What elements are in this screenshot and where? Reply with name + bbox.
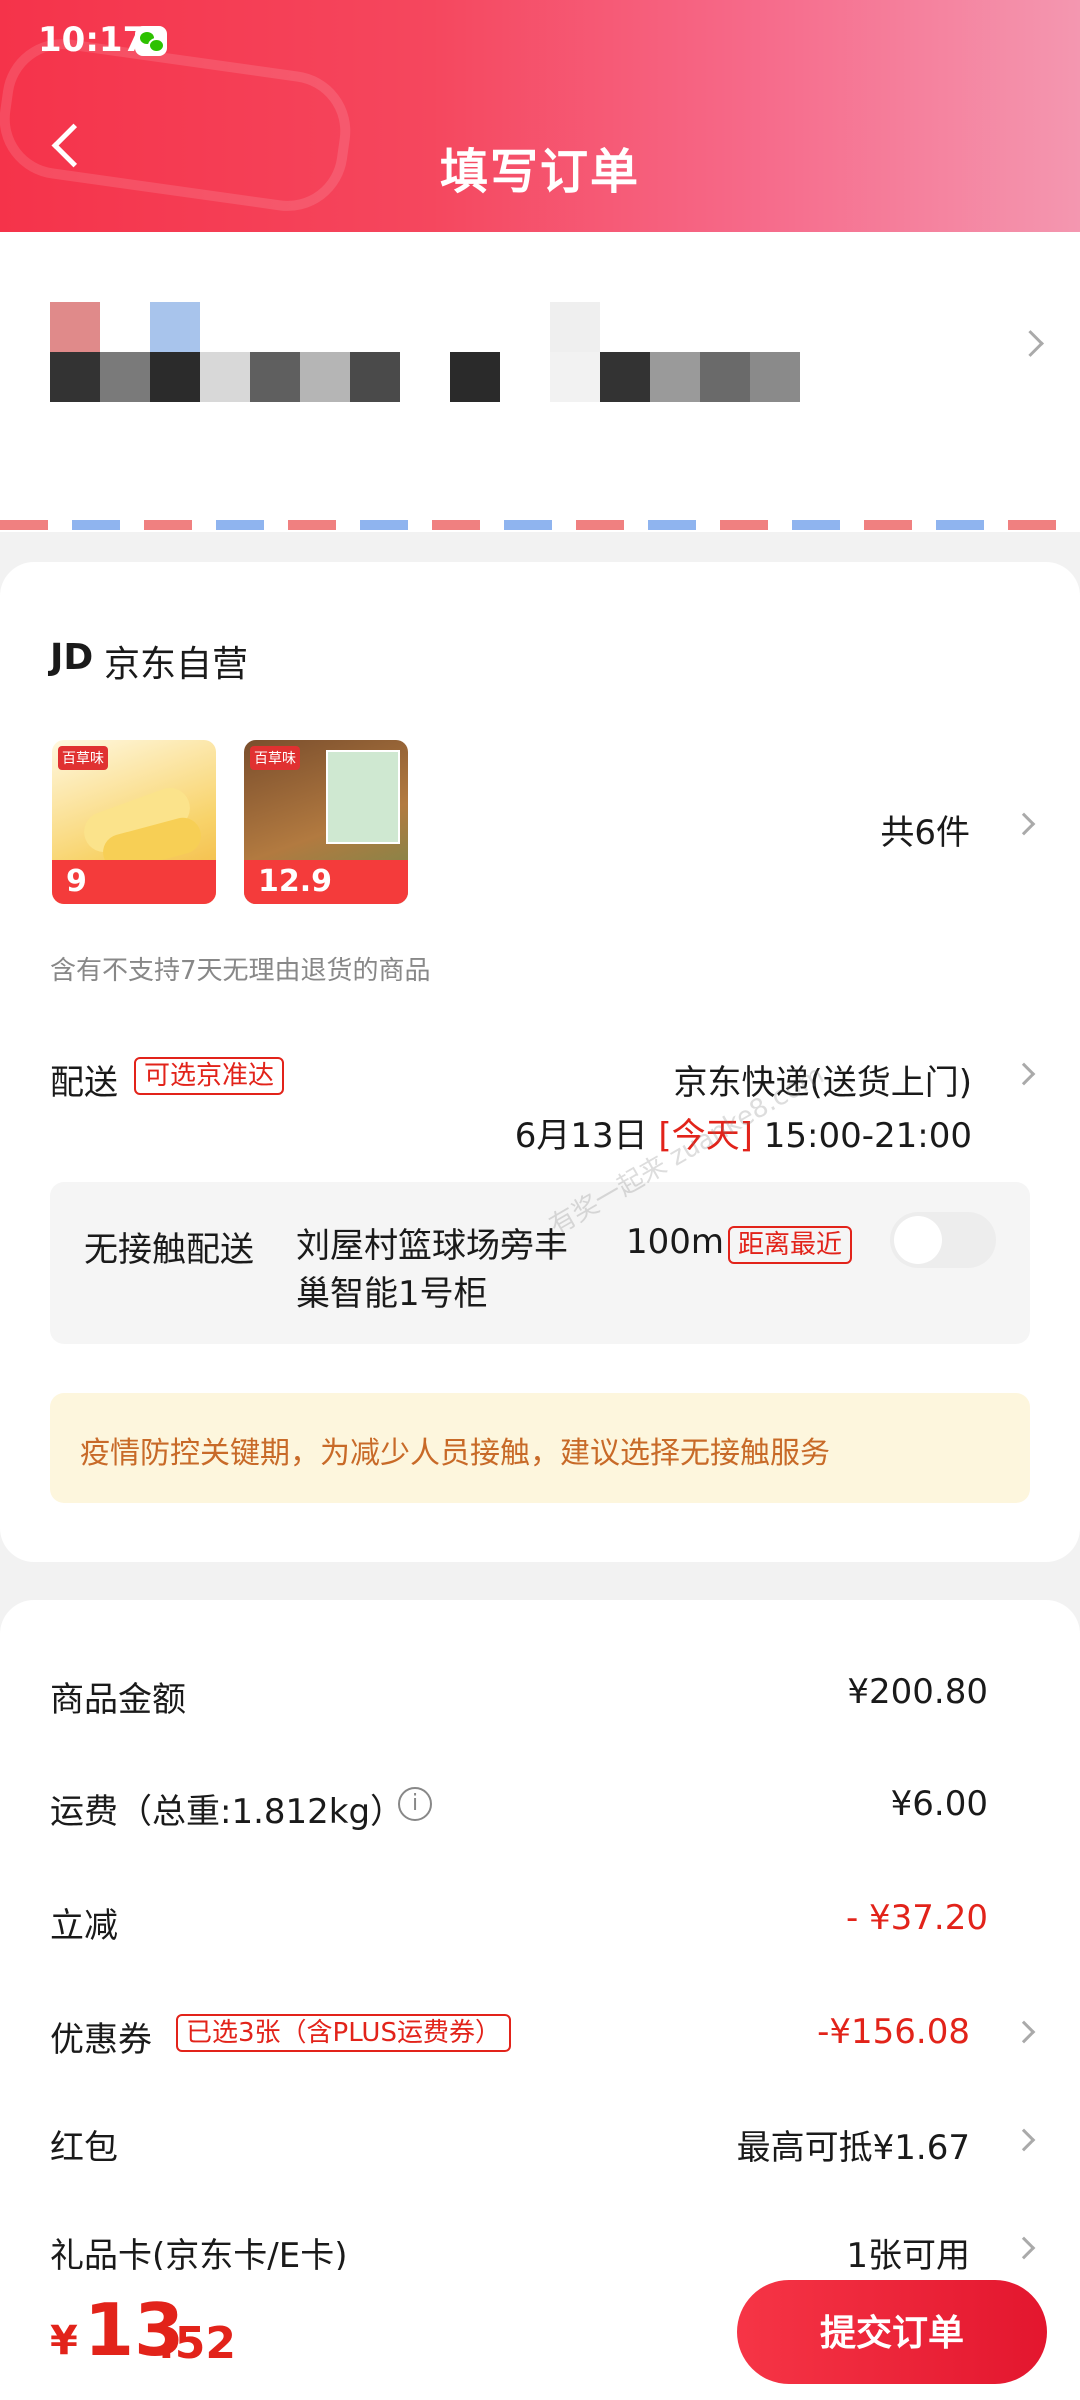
item-count[interactable]: 共6件 — [880, 805, 970, 854]
contactless-toggle[interactable] — [890, 1212, 996, 1268]
redacted-address-block — [700, 352, 750, 402]
redpacket-label[interactable]: 红包 — [50, 2120, 118, 2169]
freight-value: ¥6.00 — [890, 1784, 988, 1824]
shipping-label: 配送 — [50, 1063, 118, 1103]
info-icon[interactable]: i — [398, 1787, 432, 1821]
redacted-address-block — [650, 352, 700, 402]
redacted-address-block — [550, 302, 600, 352]
redacted-address-block — [100, 352, 150, 402]
notice-text: 疫情防控关键期，为减少人员接触，建议选择无接触服务 — [80, 1436, 830, 1471]
submit-order-button[interactable]: 提交订单 — [737, 2280, 1047, 2384]
price-tag: 9 — [52, 860, 216, 904]
pickup-locker-address: 刘屋村篮球场旁丰巢智能1号柜 — [296, 1226, 568, 1314]
total-amount-decimal: .52 — [158, 2318, 236, 2369]
contactless-title: 无接触配送 — [84, 1230, 254, 1270]
return-policy-note: 含有不支持7天无理由退货的商品 — [50, 956, 431, 986]
redpacket-value[interactable]: 最高可抵¥1.67 — [737, 2120, 970, 2169]
currency-symbol: ¥ — [50, 2318, 78, 2364]
chevron-right-icon — [1017, 330, 1044, 357]
redacted-address-block — [50, 352, 100, 402]
delivery-window: 15:00-21:00 — [763, 1116, 972, 1156]
discount-label: 立减 — [50, 1906, 118, 1946]
airmail-border — [0, 520, 1080, 530]
redacted-address-block — [550, 352, 600, 402]
coupon-label[interactable]: 优惠券 — [50, 2012, 152, 2061]
redacted-address-block — [750, 352, 800, 402]
price-tag: 12.9 — [244, 860, 408, 904]
nearest-badge: 距离最近 — [728, 1226, 853, 1264]
page-title: 填写订单 — [439, 144, 640, 200]
product-thumbnail[interactable]: 百草味 12.9 — [244, 740, 408, 904]
jd-logo: JD — [50, 637, 94, 678]
goods-amount-value: ¥200.80 — [847, 1672, 988, 1712]
redacted-address-block — [50, 302, 100, 352]
brand-badge: 百草味 — [58, 746, 108, 770]
brand-badge: 百草味 — [250, 746, 300, 770]
redacted-address-block — [150, 302, 200, 352]
store-name: 京东自营 — [104, 644, 249, 685]
redacted-address-block — [600, 352, 650, 402]
redacted-address-block — [200, 352, 250, 402]
product-box-image — [326, 750, 400, 844]
address-card[interactable] — [0, 232, 1080, 532]
redacted-address-block — [450, 352, 500, 402]
discount-value: - ¥37.20 — [845, 1898, 988, 1938]
redacted-address-block — [150, 352, 200, 402]
wechat-icon — [135, 26, 167, 56]
coupon-value[interactable]: -¥156.08 — [817, 2012, 970, 2052]
goods-amount-label: 商品金额 — [50, 1680, 186, 1720]
shipping-badge: 可选京准达 — [134, 1057, 285, 1095]
redacted-address-block — [250, 352, 300, 402]
toggle-knob — [894, 1216, 942, 1264]
redacted-address-block — [350, 352, 400, 402]
locker-distance: 100m — [626, 1222, 725, 1262]
coupon-badge: 已选3张（含PLUS运费券） — [176, 2014, 511, 2052]
status-time: 10:17 — [38, 20, 147, 60]
product-thumbnail[interactable]: 百草味 9 — [52, 740, 216, 904]
redacted-address-block — [300, 352, 350, 402]
delivery-date: 6月13日 — [514, 1116, 648, 1156]
freight-label: 运费（总重:1.812kg） — [50, 1792, 405, 1832]
